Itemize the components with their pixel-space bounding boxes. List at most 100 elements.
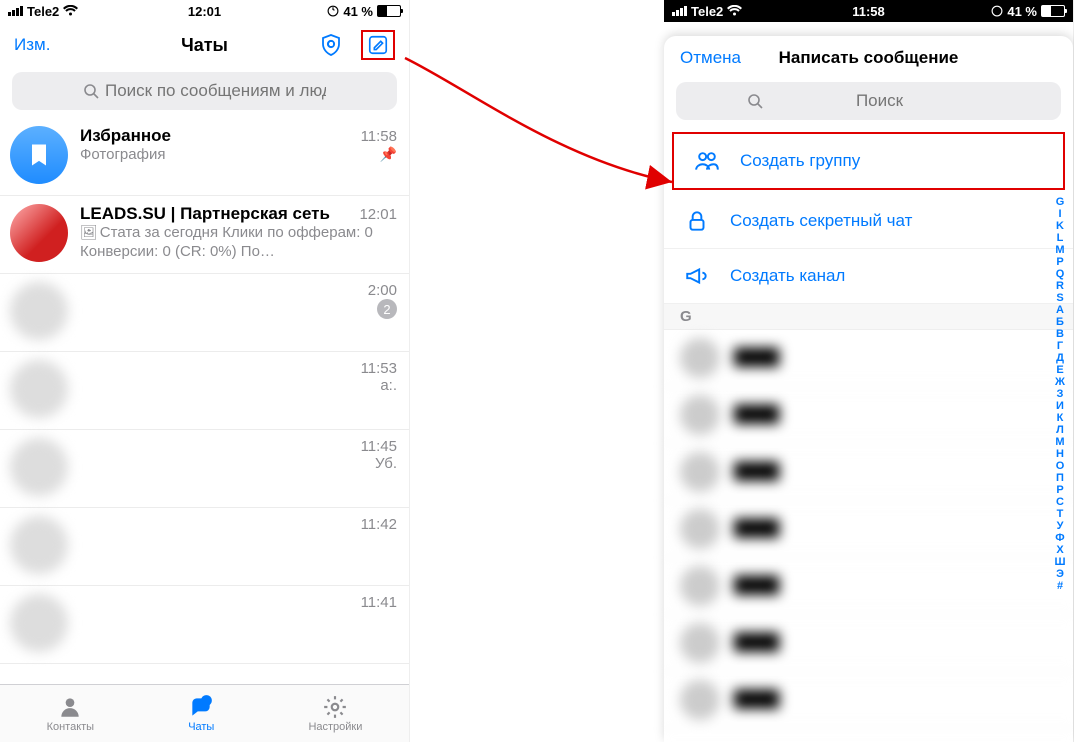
create-secret-chat-action[interactable]: Создать секретный чат — [664, 194, 1073, 249]
index-letter[interactable]: M — [1055, 244, 1064, 256]
orientation-lock-icon — [327, 5, 339, 17]
right-screenshot: Tele2 11:58 41 % Отмена Написать сообщен… — [664, 0, 1074, 742]
index-letter[interactable]: Б — [1056, 316, 1064, 328]
index-letter[interactable]: У — [1057, 520, 1064, 532]
index-letter[interactable]: К — [1057, 412, 1064, 424]
index-letter[interactable]: Э — [1056, 568, 1064, 580]
index-letter[interactable]: О — [1056, 460, 1065, 472]
index-letter[interactable]: Q — [1056, 268, 1065, 280]
unread-badge: 2 — [377, 299, 397, 319]
action-label: Создать группу — [740, 151, 860, 171]
contact-row[interactable]: ████ — [664, 330, 1073, 387]
proxy-shield-icon[interactable] — [319, 33, 343, 57]
chat-list[interactable]: Избранное 11:58 Фотография 📌 LEADS.SU | Па… — [0, 118, 409, 684]
compose-highlight — [361, 30, 395, 60]
contact-row[interactable]: ████ — [664, 501, 1073, 558]
chat-row-saved[interactable]: Избранное 11:58 Фотография 📌 — [0, 118, 409, 196]
index-letter[interactable]: Т — [1057, 508, 1064, 520]
bookmark-icon — [25, 141, 53, 169]
index-letter[interactable]: П — [1056, 472, 1064, 484]
action-label: Создать канал — [730, 266, 845, 286]
search-icon — [747, 93, 763, 109]
chat-trailing: Уб. — [375, 455, 397, 472]
index-letter[interactable]: З — [1057, 388, 1064, 400]
chat-time: 12:01 — [359, 206, 397, 223]
index-letter[interactable]: Ф — [1055, 532, 1064, 544]
chat-row[interactable]: LEADS.SU | Партнерская сеть12:01 🖼Стата … — [0, 196, 409, 274]
index-letter[interactable]: # — [1057, 580, 1063, 592]
tab-label: Чаты — [188, 721, 214, 733]
chat-time: 11:42 — [361, 516, 397, 533]
modal-search[interactable] — [676, 82, 1061, 120]
index-letter[interactable]: P — [1056, 256, 1063, 268]
chat-row-blurred[interactable]: 11:41 — [0, 586, 409, 664]
cancel-button[interactable]: Отмена — [680, 48, 741, 68]
battery-text: 41 % — [1007, 4, 1037, 19]
avatar — [10, 438, 68, 496]
index-letter[interactable]: С — [1056, 496, 1064, 508]
index-letter[interactable]: Г — [1057, 340, 1063, 352]
chat-preview: Фотография — [80, 146, 165, 165]
modal-search-input[interactable] — [769, 91, 990, 111]
index-letter[interactable]: М — [1055, 436, 1064, 448]
contact-row[interactable]: ████ — [664, 672, 1073, 729]
alphabet-index[interactable]: GIKLMPQRSАБВГДЕЖЗИКЛМНОПРСТУФХШЭ# — [1047, 196, 1073, 734]
tab-label: Контакты — [47, 721, 95, 733]
edit-button[interactable]: Изм. — [14, 35, 50, 55]
avatar — [10, 282, 68, 340]
index-letter[interactable]: Д — [1056, 352, 1064, 364]
index-letter[interactable]: Ж — [1055, 376, 1065, 388]
index-letter[interactable]: S — [1056, 292, 1063, 304]
index-letter[interactable]: Л — [1056, 424, 1064, 436]
compose-icon[interactable] — [367, 34, 389, 56]
contacts-icon — [56, 694, 84, 720]
index-letter[interactable]: Ш — [1054, 556, 1065, 568]
index-letter[interactable]: А — [1056, 304, 1064, 316]
clock: 12:01 — [188, 4, 221, 19]
battery-text: 41 % — [343, 4, 373, 19]
index-letter[interactable]: I — [1058, 208, 1061, 220]
index-letter[interactable]: L — [1057, 232, 1064, 244]
orientation-lock-icon — [991, 5, 1003, 17]
signal-icon — [8, 6, 23, 16]
page-title: Чаты — [181, 35, 228, 56]
contact-row[interactable]: ████ — [664, 444, 1073, 501]
modal-title: Написать сообщение — [779, 48, 959, 68]
chat-preview: 🖼Стата за сегодня Клики по офферам: 0 Ко… — [80, 224, 397, 262]
tab-contacts[interactable]: Контакты — [47, 694, 95, 733]
index-letter[interactable]: K — [1056, 220, 1064, 232]
chat-time: 2:00 — [368, 282, 397, 299]
index-letter[interactable]: Н — [1056, 448, 1064, 460]
chat-row-blurred[interactable]: 2:00 2 — [0, 274, 409, 352]
chat-name: Избранное — [80, 126, 171, 146]
index-letter[interactable]: В — [1056, 328, 1064, 340]
tab-settings[interactable]: Настройки — [308, 694, 362, 733]
index-letter[interactable]: G — [1056, 196, 1065, 208]
index-letter[interactable]: Е — [1056, 364, 1063, 376]
index-letter[interactable]: И — [1056, 400, 1064, 412]
create-group-action[interactable]: Создать группу — [672, 132, 1065, 190]
chat-row-blurred[interactable]: 11:45 Уб. — [0, 430, 409, 508]
index-letter[interactable]: Р — [1056, 484, 1063, 496]
contact-row[interactable]: ████ — [664, 387, 1073, 444]
tab-chats[interactable]: Чаты — [187, 694, 215, 733]
create-channel-action[interactable]: Создать канал — [664, 249, 1073, 304]
search-bar[interactable] — [12, 72, 397, 110]
search-input[interactable] — [105, 81, 326, 101]
chat-row-blurred[interactable]: 11:42 — [0, 508, 409, 586]
chat-time: 11:53 — [361, 360, 397, 377]
chat-time: 11:58 — [361, 128, 397, 145]
chat-row-blurred[interactable]: 11:53 а:. — [0, 352, 409, 430]
left-screenshot: Tele2 12:01 41 % Изм. Чаты Избра — [0, 0, 410, 742]
index-letter[interactable]: Х — [1056, 544, 1063, 556]
chat-time: 11:41 — [361, 594, 397, 611]
saved-avatar — [10, 126, 68, 184]
clock: 11:58 — [852, 4, 885, 19]
index-letter[interactable]: R — [1056, 280, 1064, 292]
pin-icon: 📌 — [380, 146, 397, 163]
action-label: Создать секретный чат — [730, 211, 912, 231]
battery-icon — [377, 5, 401, 17]
avatar — [10, 516, 68, 574]
contact-row[interactable]: ████ — [664, 615, 1073, 672]
contact-row[interactable]: ████ — [664, 558, 1073, 615]
